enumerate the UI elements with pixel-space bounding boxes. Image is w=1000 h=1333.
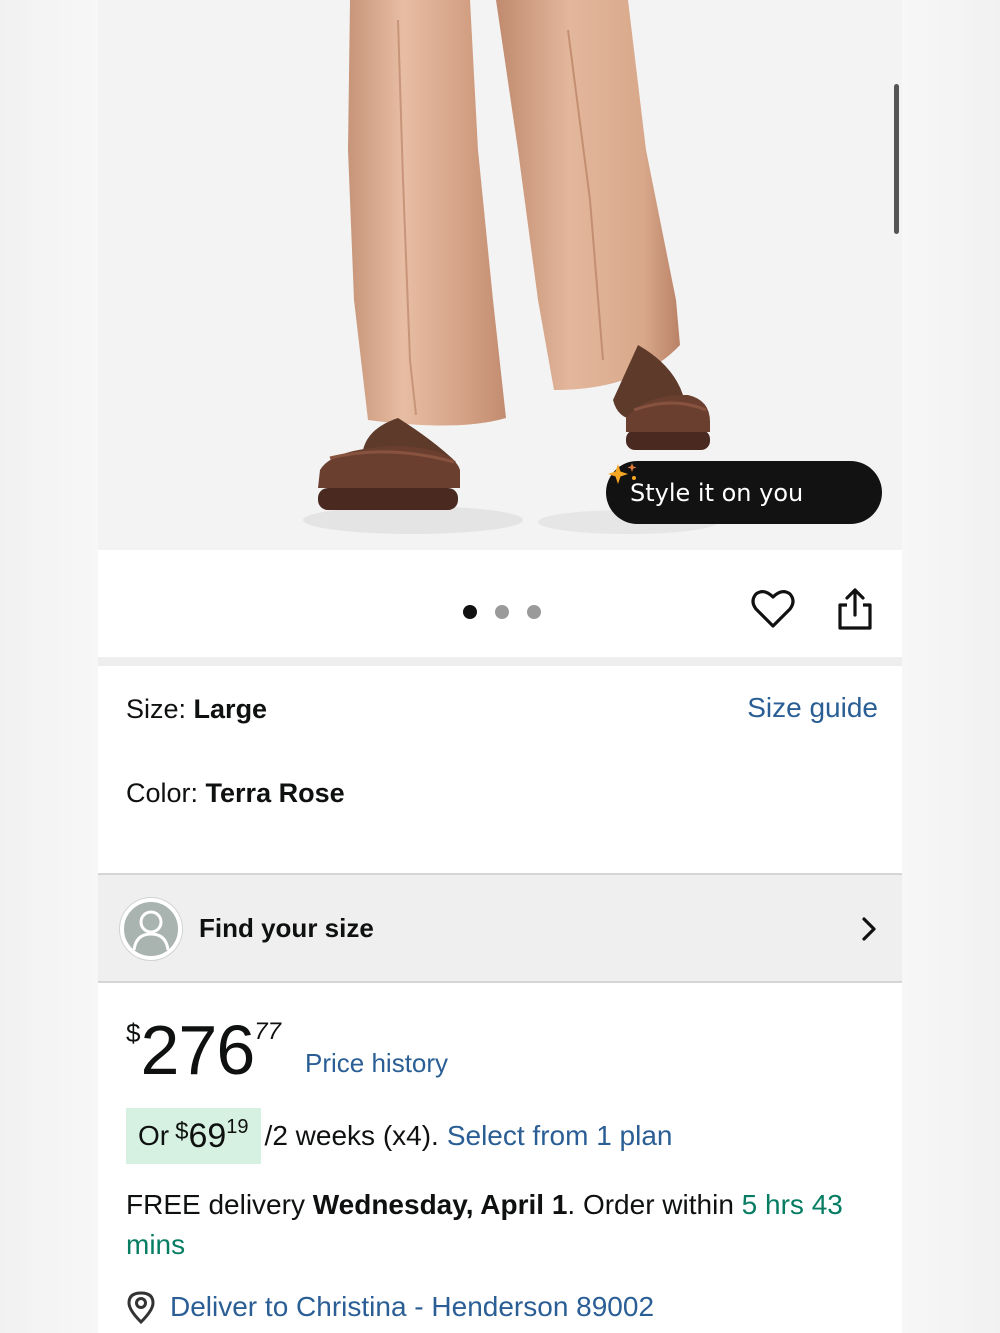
size-selection: Size: Large <box>126 694 267 725</box>
carousel-dot[interactable] <box>495 605 509 619</box>
price: $ 276 77 <box>126 1012 281 1088</box>
delivery-info: FREE delivery Wednesday, April 1. Order … <box>126 1185 886 1265</box>
delivery-prefix: FREE delivery <box>126 1189 305 1220</box>
carousel-dot[interactable] <box>527 605 541 619</box>
find-your-size-label: Find your size <box>199 913 374 943</box>
find-your-size-row[interactable]: Find your size <box>98 873 902 983</box>
carousel-dot-active[interactable] <box>463 605 477 619</box>
location-pin-icon <box>126 1290 156 1324</box>
size-label: Size: <box>126 694 187 724</box>
section-divider <box>98 657 902 666</box>
deliver-to-link[interactable]: Deliver to Christina - Henderson 89002 <box>126 1290 654 1324</box>
delivery-date: Wednesday, April 1 <box>312 1189 568 1220</box>
installment-badge: Or $ 69 19 <box>126 1108 261 1164</box>
user-avatar-icon <box>120 898 182 960</box>
color-label: Color: <box>126 778 199 808</box>
heart-icon <box>751 590 795 628</box>
price-currency: $ <box>126 1018 141 1048</box>
delivery-mid: . Order within <box>567 1189 734 1220</box>
installment-currency: $ <box>175 1118 189 1145</box>
size-guide-link[interactable]: Size guide <box>747 692 878 724</box>
scrollbar[interactable] <box>894 84 899 234</box>
background-left <box>0 0 98 1333</box>
installment-fraction: 19 <box>226 1116 249 1138</box>
size-value: Large <box>193 694 268 724</box>
background-right <box>902 0 1000 1333</box>
image-carousel-controls <box>98 550 902 657</box>
price-fraction: 77 <box>254 1018 281 1045</box>
color-selection: Color: Terra Rose <box>126 778 345 809</box>
price-history-link[interactable]: Price history <box>305 1048 448 1079</box>
installment-prefix: Or <box>138 1120 170 1151</box>
style-button-label: Style it on you <box>630 478 804 507</box>
installment-offer: Or $ 69 19 /2 weeks (x4). Select from 1 … <box>126 1108 673 1164</box>
installment-suffix: /2 weeks (x4). <box>264 1120 439 1151</box>
chevron-right-icon <box>858 915 880 947</box>
product-image[interactable]: Style it on you <box>98 0 902 550</box>
share-icon <box>838 588 872 630</box>
style-it-on-you-button[interactable]: Style it on you <box>606 461 882 524</box>
deliver-to-label: Deliver to Christina - Henderson 89002 <box>170 1291 655 1322</box>
installment-whole: 69 <box>188 1116 227 1155</box>
product-page: Style it on you Size: Large Size guide C… <box>98 0 902 1333</box>
select-plan-link[interactable]: Select from 1 plan <box>447 1120 673 1152</box>
color-value: Terra Rose <box>205 778 345 808</box>
favorite-button[interactable] <box>750 586 796 632</box>
share-button[interactable] <box>832 586 878 632</box>
price-whole: 276 <box>140 1011 255 1089</box>
